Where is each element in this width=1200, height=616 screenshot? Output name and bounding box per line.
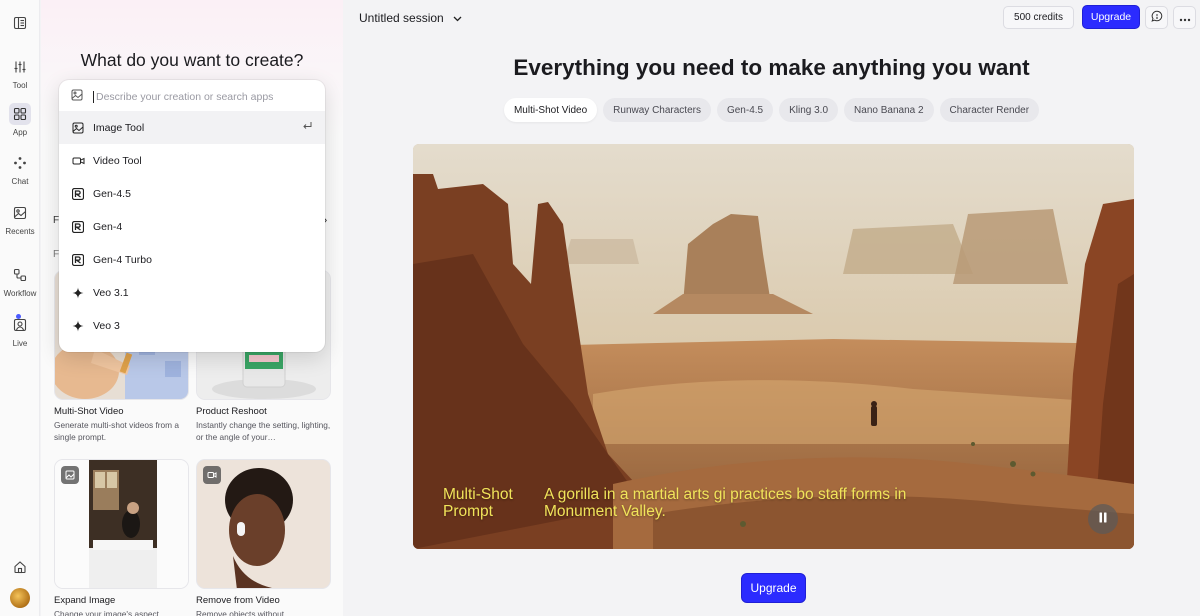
- caption-text: A gorilla in a martial arts gi practices…: [544, 486, 907, 520]
- runway-logo-icon: [71, 220, 85, 234]
- dropdown-item-gen-4[interactable]: Gen-4: [59, 210, 325, 243]
- create-dropdown: Image Tool Video Tool Gen-4.5 Gen-4 Gen-…: [59, 80, 325, 352]
- sparkle-dots-icon: [9, 152, 31, 174]
- rail-item-label: Recents: [5, 227, 35, 236]
- app-card-remove-from-video[interactable]: Remove from Video Remove objects without: [196, 459, 331, 616]
- card-description: Instantly change the setting, lighting, …: [196, 420, 331, 442]
- dropdown-item-gen-4-turbo[interactable]: Gen-4 Turbo: [59, 243, 325, 276]
- sparkle-icon: [71, 286, 85, 300]
- dropdown-item-label: Veo 3.1: [93, 286, 129, 299]
- runway-logo-icon: [71, 187, 85, 201]
- rail-item-chat[interactable]: Chat: [0, 152, 40, 186]
- more-options-button[interactable]: [1173, 6, 1196, 29]
- search-input[interactable]: [93, 90, 303, 103]
- card-description: Change your image's aspect: [54, 609, 159, 616]
- video-badge-icon: [203, 466, 221, 484]
- feedback-button[interactable]: [1145, 6, 1168, 29]
- pause-button[interactable]: [1088, 504, 1118, 534]
- dropdown-item-label: Gen-4 Turbo: [93, 253, 152, 266]
- images-icon: [9, 202, 31, 224]
- rail-item-app[interactable]: App: [0, 103, 40, 137]
- search-row: [59, 80, 325, 113]
- main-area: Untitled session 500 credits Upgrade Eve…: [343, 0, 1200, 616]
- card-title: Expand Image: [54, 595, 116, 606]
- dropdown-item-label: Veo 3: [93, 319, 120, 332]
- rail-item-label: Tool: [12, 81, 28, 90]
- image-icon: [71, 121, 85, 135]
- sparkle-icon: [71, 319, 85, 333]
- dropdown-item-veo-3-1[interactable]: Veo 3.1: [59, 276, 325, 309]
- session-title-dropdown[interactable]: Untitled session: [359, 9, 462, 27]
- upgrade-button-bottom[interactable]: Upgrade: [741, 573, 806, 603]
- tab-character-render[interactable]: Character Render: [939, 98, 1040, 122]
- rail-item-tool[interactable]: Tool: [0, 56, 40, 90]
- rail-item-recents[interactable]: Recents: [0, 202, 40, 236]
- sidebar-toggle-icon: [9, 12, 31, 34]
- dropdown-item-label: Image Tool: [93, 121, 145, 134]
- workflow-icon: [9, 264, 31, 286]
- dropdown-item-veo-3[interactable]: Veo 3: [59, 309, 325, 342]
- tab-runway-characters[interactable]: Runway Characters: [603, 98, 711, 122]
- dropdown-item-video-tool[interactable]: Video Tool: [59, 144, 325, 177]
- rail-item-label: Live: [12, 339, 28, 348]
- tab-kling-3-0[interactable]: Kling 3.0: [779, 98, 839, 122]
- hero-title: Everything you need to make anything you…: [513, 55, 1030, 80]
- showcase-tabs: Multi-Shot Video Runway Characters Gen-4…: [343, 98, 1200, 122]
- image-badge-icon: [61, 466, 79, 484]
- app-card-expand-image[interactable]: Expand Image Change your image's aspect: [54, 459, 189, 616]
- card-thumbnail: [196, 459, 331, 589]
- tab-gen-4-5[interactable]: Gen-4.5: [716, 98, 774, 122]
- card-description: Remove objects without: [196, 609, 285, 616]
- upgrade-button-header[interactable]: Upgrade: [1082, 5, 1140, 29]
- avatar[interactable]: [10, 588, 30, 608]
- tab-multi-shot-video[interactable]: Multi-Shot Video: [503, 98, 598, 122]
- pause-icon: [1098, 510, 1108, 528]
- home-icon: [9, 556, 31, 578]
- sliders-icon: [9, 56, 31, 78]
- dropdown-item-label: Video Tool: [93, 154, 142, 167]
- card-description: Generate multi-shot videos from a single…: [54, 420, 179, 442]
- chat-bubble-icon: [1150, 9, 1163, 27]
- enter-key-icon: [301, 120, 313, 135]
- rail-item-home[interactable]: [0, 556, 40, 581]
- runway-logo-icon: [71, 253, 85, 267]
- chevron-down-icon: [453, 11, 462, 25]
- panel-title: What do you want to create?: [80, 50, 304, 70]
- rail-sidebar-toggle[interactable]: [0, 12, 40, 37]
- dropdown-item-image-tool[interactable]: Image Tool: [59, 111, 325, 144]
- dropdown-item-label: Gen-4.5: [93, 187, 131, 200]
- grid-icon: [9, 103, 31, 125]
- video-camera-icon: [71, 154, 85, 168]
- left-rail: Tool App Chat Recents Workflow Live: [0, 0, 40, 616]
- caption-label: Multi-Shot Prompt: [443, 486, 513, 520]
- showcase-video[interactable]: Multi-Shot Prompt A gorilla in a martial…: [413, 144, 1134, 549]
- credits-button[interactable]: 500 credits: [1003, 6, 1074, 29]
- card-title: Multi-Shot Video: [54, 406, 124, 417]
- rail-item-label: Chat: [11, 177, 29, 186]
- rail-item-label: Workflow: [3, 289, 37, 298]
- rail-item-workflow[interactable]: Workflow: [0, 264, 40, 298]
- image-search-icon: [71, 88, 83, 106]
- dropdown-item-gen-4-5[interactable]: Gen-4.5: [59, 177, 325, 210]
- live-icon: [9, 314, 31, 336]
- dropdown-item-label: Gen-4: [93, 220, 123, 233]
- card-title: Product Reshoot: [196, 406, 267, 417]
- session-title: Untitled session: [359, 11, 444, 25]
- live-indicator-dot: [16, 314, 21, 319]
- rail-item-label: App: [12, 128, 28, 137]
- card-title: Remove from Video: [196, 595, 280, 606]
- card-thumbnail: [54, 459, 189, 589]
- tab-nano-banana-2[interactable]: Nano Banana 2: [844, 98, 934, 122]
- ellipsis-icon: [1179, 9, 1191, 27]
- rail-item-live[interactable]: Live: [0, 314, 40, 348]
